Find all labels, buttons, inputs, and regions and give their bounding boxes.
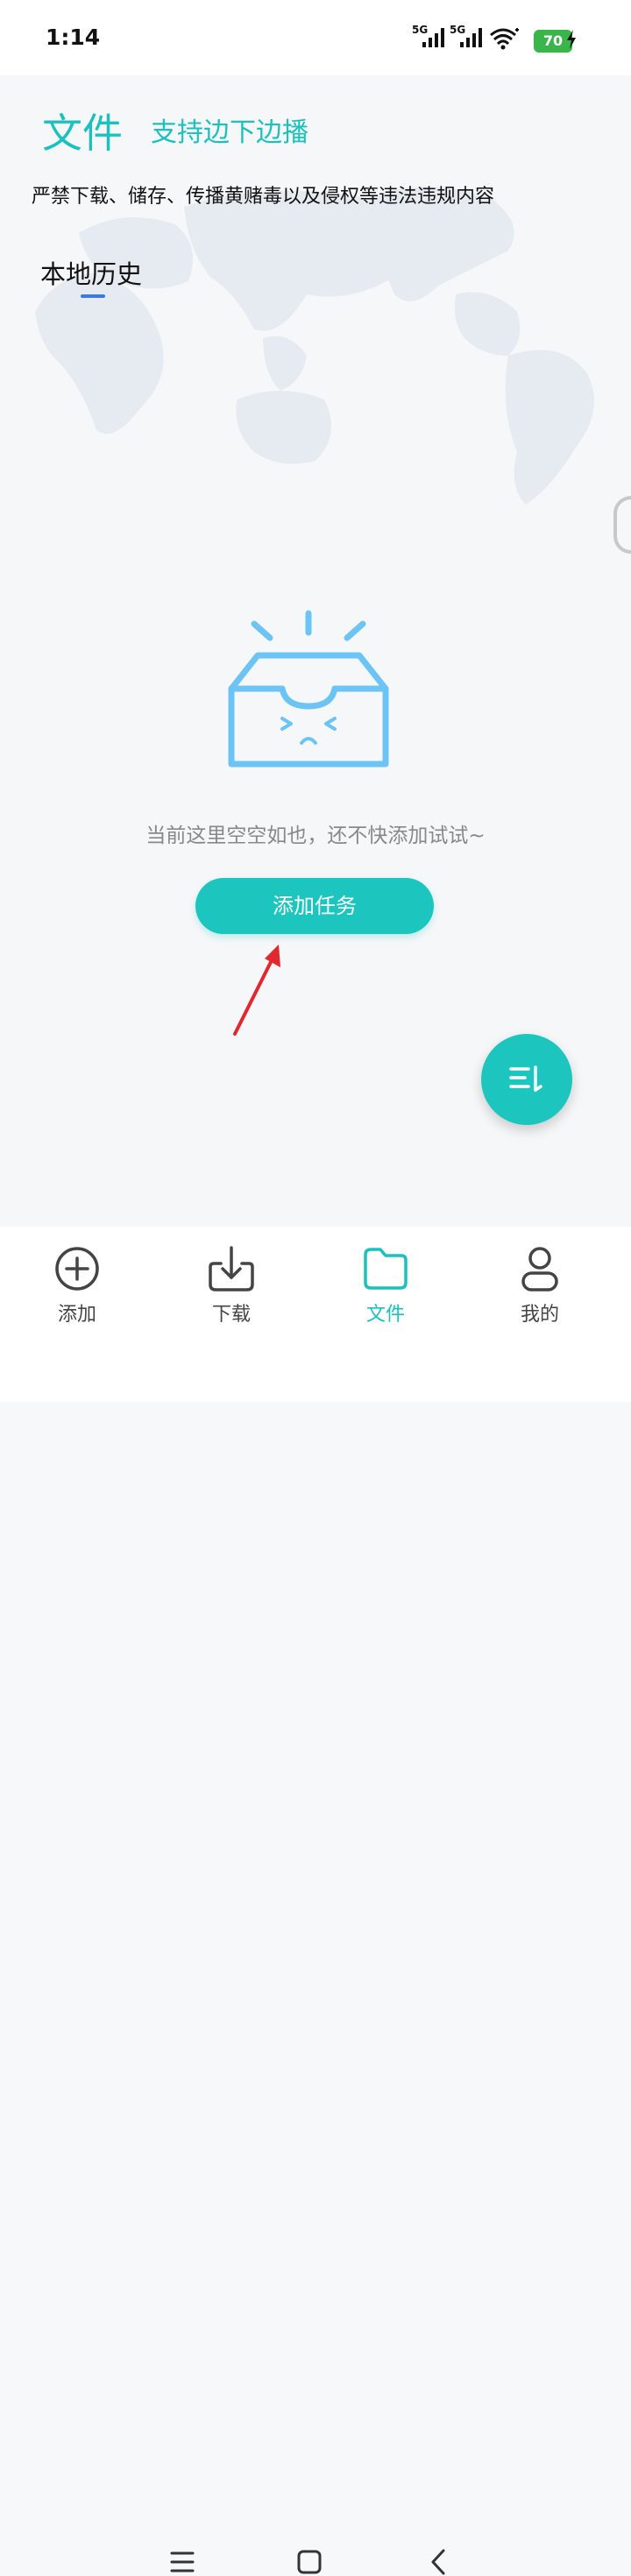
tab-local-history[interactable]: 本地历史 xyxy=(40,254,142,291)
user-icon xyxy=(521,1247,558,1292)
empty-state-message: 当前这里空空如也，还不快添加试试~ xyxy=(145,824,486,847)
cellular-signal-icon: 5G xyxy=(412,23,447,54)
add-task-button[interactable]: 添加任务 xyxy=(195,878,434,934)
plus-circle-icon xyxy=(55,1247,99,1291)
back-icon[interactable] xyxy=(428,2548,449,2576)
nav-item-add[interactable]: 添加 xyxy=(25,1244,130,1327)
main-content: 文件 支持边下边播 严禁下载、储存、传播黄赌毒以及侵权等违法违规内容 本地历史 … xyxy=(0,75,631,1227)
nav-label-files: 文件 xyxy=(365,1304,405,1326)
nav-item-profile[interactable]: 我的 xyxy=(487,1244,592,1327)
menu-icon[interactable] xyxy=(170,2548,195,2576)
svg-text:5G: 5G xyxy=(450,24,465,36)
status-time: 1:14 xyxy=(46,25,101,50)
list-sort-icon xyxy=(509,1065,542,1092)
wifi-icon xyxy=(489,26,521,54)
nav-item-download[interactable]: 下载 xyxy=(179,1244,284,1327)
page-subtitle: 支持边下边播 xyxy=(151,117,308,148)
charging-icon xyxy=(566,30,577,53)
nav-label-add: 添加 xyxy=(57,1304,96,1326)
nav-item-files[interactable]: 文件 xyxy=(333,1244,438,1327)
task-list-fab[interactable] xyxy=(481,1034,572,1125)
folder-icon xyxy=(364,1248,408,1290)
bottom-nav: 添加 下载 文件 我的 xyxy=(0,1227,631,2575)
legal-notice: 严禁下载、储存、传播黄赌毒以及侵权等违法违规内容 xyxy=(32,186,495,208)
side-drawer-handle[interactable] xyxy=(613,496,631,554)
annotation-arrow xyxy=(233,945,280,1036)
status-bar: 1:14 5G 5G 70 xyxy=(0,0,631,75)
page-title: 文件 xyxy=(42,110,123,157)
home-icon[interactable] xyxy=(296,2548,323,2576)
nav-label-profile: 我的 xyxy=(520,1304,559,1326)
download-icon xyxy=(209,1246,254,1292)
svg-text:5G: 5G xyxy=(412,24,428,36)
tab-indicator xyxy=(81,294,105,298)
cellular-signal-icon-2: 5G xyxy=(450,23,485,54)
nav-label-download: 下载 xyxy=(211,1304,251,1326)
empty-box-illustration xyxy=(228,610,389,768)
